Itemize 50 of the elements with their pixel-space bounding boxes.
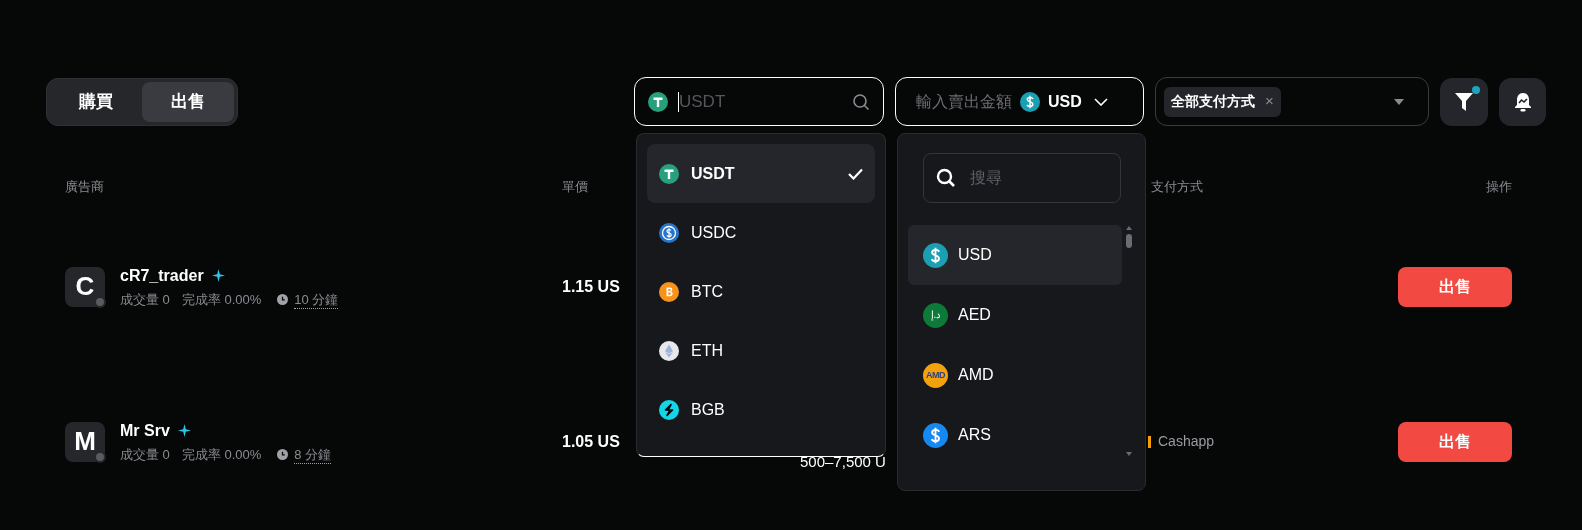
search-icon: [852, 92, 870, 111]
unit-price: 1.15 US: [562, 276, 620, 297]
filter-icon: [1455, 92, 1473, 111]
clock-icon: [277, 449, 289, 460]
advertiser-name[interactable]: Mr Srv: [120, 418, 170, 443]
tab[interactable]: 購買: [50, 81, 142, 122]
unit-price: 1.05 US: [562, 431, 620, 452]
release-time: 10 分鐘: [294, 290, 339, 309]
column-header: 單價: [562, 178, 589, 197]
menu-item[interactable]: BTC: [647, 262, 875, 321]
currency-icon: AMD: [923, 362, 948, 388]
payment-select[interactable]: 全部支付方式 ×: [1155, 77, 1429, 126]
check-icon: [848, 167, 863, 180]
limit-range: 500–7,500 U: [800, 452, 887, 473]
sell-button[interactable]: 出售: [1398, 266, 1512, 307]
clock-icon: [277, 294, 289, 305]
filter-button[interactable]: [1440, 77, 1488, 126]
menu-item[interactable]: USDT: [647, 144, 875, 203]
currency-icon: د.إ: [923, 302, 948, 328]
avatar: C: [65, 266, 105, 307]
currency-icon: [648, 91, 668, 112]
trade-count: 成交量 0: [120, 445, 170, 464]
completion-rate: 完成率 0.00%: [181, 290, 262, 309]
payment-method: Cashapp: [1158, 432, 1215, 451]
dropdown-caret-icon: [1394, 98, 1404, 105]
bell-icon: [1512, 91, 1533, 112]
placeholder-text: USDT: [679, 90, 727, 113]
currency-label: USD: [1048, 91, 1082, 112]
sell-button[interactable]: 出售: [1398, 421, 1512, 462]
placeholder-text: 輸入賣出金額: [916, 91, 1012, 112]
release-time: 8 分鐘: [294, 445, 332, 464]
tab[interactable]: 出售: [142, 81, 234, 122]
column-header: 廣告商: [65, 178, 105, 197]
menu-item[interactable]: BGB: [647, 380, 875, 439]
currency-icon: [1020, 91, 1040, 112]
search-icon: [936, 168, 956, 188]
menu-item[interactable]: ETH: [647, 321, 875, 380]
payment-chip: 全部支付方式 ×: [1164, 86, 1281, 117]
menu-item[interactable]: USDC: [647, 203, 875, 262]
column-header: 操作: [1486, 178, 1512, 197]
avatar: M: [65, 421, 105, 462]
completion-rate: 完成率 0.00%: [181, 445, 262, 464]
advertiser-name[interactable]: cR7_trader: [120, 263, 204, 288]
chevron-down-icon: [1093, 97, 1108, 106]
chip-close-button[interactable]: ×: [1265, 90, 1274, 113]
menu-item[interactable]: USD: [908, 225, 1122, 285]
trade-count: 成交量 0: [120, 290, 170, 309]
amount-field[interactable]: 輸入賣出金額 USD: [895, 77, 1144, 126]
column-header: 支付方式: [1150, 178, 1204, 197]
alert-button[interactable]: [1499, 77, 1546, 126]
